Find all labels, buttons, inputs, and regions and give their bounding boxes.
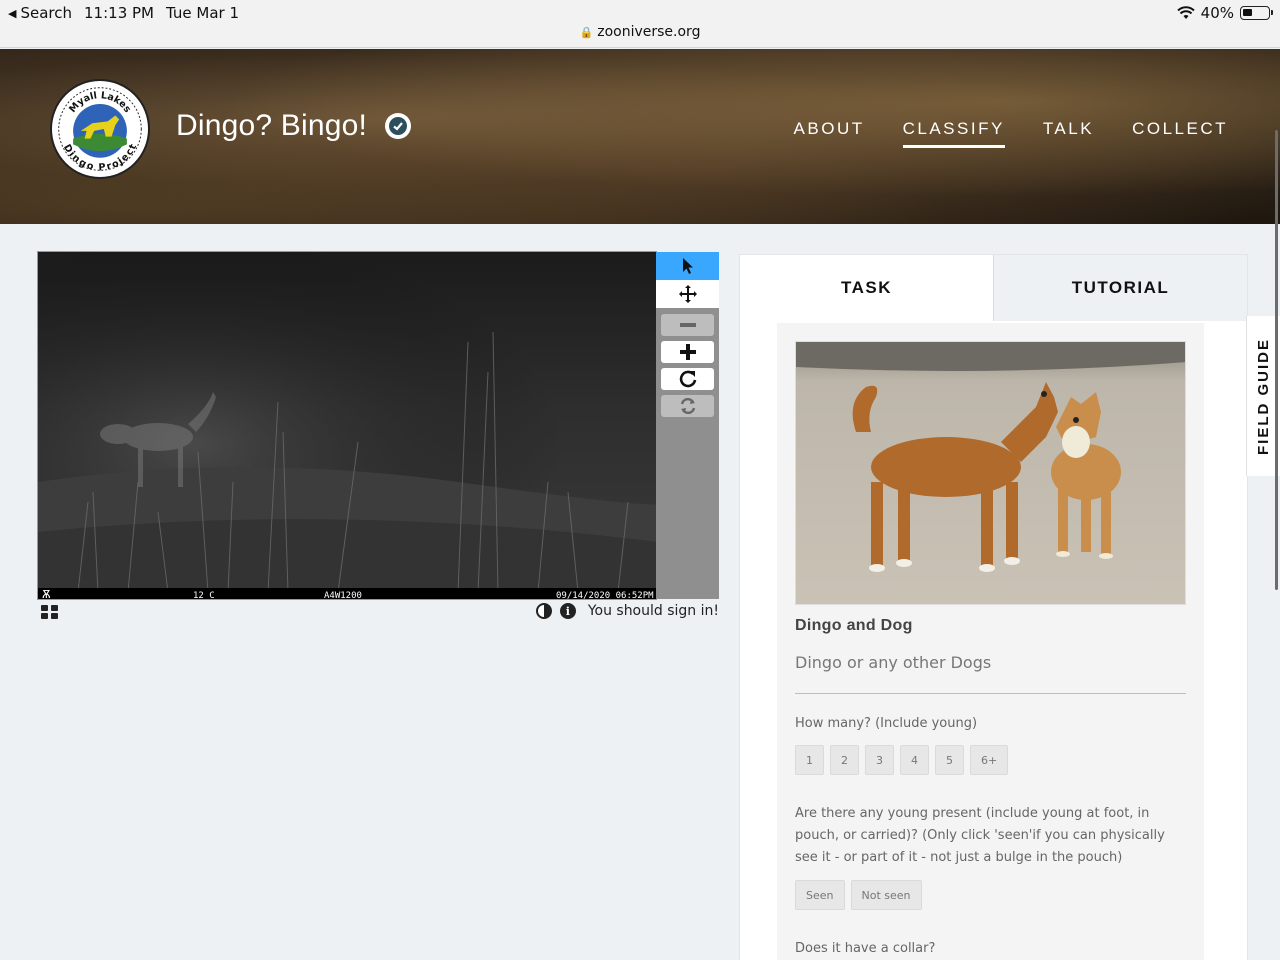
invert-colors-icon[interactable] (535, 603, 552, 619)
reset-icon (680, 397, 695, 415)
question-collar: Does it have a collar? (795, 941, 936, 956)
verified-check-icon (385, 113, 412, 139)
scrollbar[interactable] (1275, 130, 1278, 590)
field-guide-label: FIELD GUIDE (1255, 337, 1273, 455)
zoom-in-icon (679, 344, 696, 360)
nav-talk[interactable]: TALK (1043, 119, 1094, 148)
viewer-meta-bar: i You should sign in! (37, 603, 719, 625)
subject-image[interactable]: 12 C A4W1200 09/14/2020 06:52PM Ѫ (37, 251, 657, 600)
question-young-present: Are there any young present (include you… (795, 806, 1165, 865)
divider (795, 693, 1186, 694)
tab-tutorial[interactable]: TUTORIAL (993, 255, 1247, 321)
answer-button[interactable]: 6+ (970, 745, 1009, 775)
reset-button[interactable] (661, 395, 714, 417)
project-header: Myall Lakes Dingo Project Dingo? Bingo! … (0, 49, 1280, 224)
zoom-out-button[interactable] (661, 314, 714, 336)
task-tabs: TASK TUTORIAL (740, 255, 1247, 321)
overlay-timestamp: 09/14/2020 06:52PM (556, 591, 654, 600)
sign-in-message: You should sign in! (587, 603, 719, 619)
subject-grid-icon[interactable] (41, 605, 59, 621)
pointer-icon (682, 258, 693, 274)
battery-percent: 40% (1200, 4, 1234, 22)
tab-task[interactable]: TASK (740, 255, 993, 321)
question-how-many: How many? (Include young) (795, 716, 978, 731)
young-present-answers: Seen Not seen (795, 880, 922, 910)
info-icon[interactable]: i (559, 603, 576, 619)
answer-button[interactable]: 4 (900, 745, 929, 775)
overlay-camera-id: A4W1200 (324, 591, 362, 600)
task-panel: TASK TUTORIAL Dingo and Dog Dingo or any… (739, 254, 1248, 960)
back-arrow-icon[interactable]: ◀ (8, 7, 16, 20)
move-tool-button[interactable] (656, 280, 719, 308)
zoom-in-button[interactable] (661, 341, 714, 363)
image-toolbar (656, 252, 719, 599)
choice-title: Dingo and Dog (795, 617, 913, 634)
camera-brand-icon: Ѫ (42, 588, 51, 600)
browser-status-bar: ◀ Search 11:13 PM Tue Mar 1 🔒 zooniverse.… (0, 0, 1280, 48)
project-title[interactable]: Dingo? Bingo! (176, 109, 412, 143)
task-body: Dingo and Dog Dingo or any other Dogs Ho… (777, 323, 1204, 960)
rotate-icon (679, 370, 696, 388)
battery-icon (1240, 6, 1273, 20)
back-to-search-link[interactable]: Search (20, 4, 72, 22)
choice-example-image (795, 341, 1186, 605)
rotate-button[interactable] (661, 368, 714, 390)
wifi-icon (1176, 6, 1195, 19)
lock-icon: 🔒 (579, 26, 594, 39)
answer-seen-button[interactable]: Seen (795, 880, 845, 910)
address-bar[interactable]: 🔒 zooniverse.org (0, 24, 1280, 40)
answer-button[interactable]: 1 (795, 745, 824, 775)
project-title-text[interactable]: Dingo? Bingo! (176, 109, 367, 143)
move-icon (678, 285, 697, 303)
nav-about[interactable]: ABOUT (794, 119, 865, 148)
project-nav: ABOUT CLASSIFY TALK COLLECT (794, 119, 1228, 148)
status-time: 11:13 PM (84, 4, 154, 22)
url-text: zooniverse.org (597, 24, 701, 40)
answer-not-seen-button[interactable]: Not seen (850, 880, 922, 910)
choice-subtitle: Dingo or any other Dogs (795, 653, 992, 672)
zoom-out-icon (679, 323, 696, 327)
answer-button[interactable]: 2 (830, 745, 859, 775)
answer-button[interactable]: 5 (935, 745, 964, 775)
status-date: Tue Mar 1 (166, 4, 240, 22)
project-logo[interactable]: Myall Lakes Dingo Project (50, 79, 150, 179)
nav-collect[interactable]: COLLECT (1132, 119, 1228, 148)
pointer-tool-button[interactable] (656, 252, 719, 280)
overlay-temperature: 12 C (193, 591, 215, 600)
how-many-answers: 1 2 3 4 5 6+ (795, 745, 1009, 775)
answer-button[interactable]: 3 (865, 745, 894, 775)
nav-classify[interactable]: CLASSIFY (902, 119, 1005, 148)
